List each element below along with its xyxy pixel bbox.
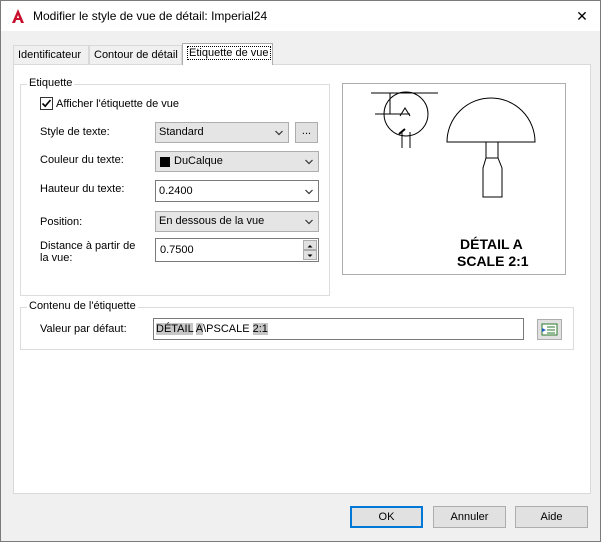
close-button[interactable]: ✕: [564, 1, 600, 31]
window-title: Modifier le style de vue de détail: Impe…: [33, 9, 268, 23]
preview-pane: DÉTAIL A SCALE 2:1: [342, 83, 566, 275]
field-code-a: A: [195, 323, 204, 335]
help-button[interactable]: Aide: [515, 506, 588, 528]
color-swatch: [160, 157, 170, 167]
text-height-label: Hauteur du texte:: [40, 183, 125, 195]
text-style-value: Standard: [159, 126, 204, 138]
show-label-text: Afficher l'étiquette de vue: [56, 98, 179, 110]
tab-label: Etiquette de vue: [187, 46, 271, 60]
ok-label: OK: [378, 511, 395, 523]
insert-field-button[interactable]: [537, 319, 562, 340]
text-style-browse-button[interactable]: ...: [295, 122, 318, 143]
checkmark-icon: [41, 99, 52, 108]
distance-value: 0.7500: [160, 244, 194, 256]
show-label-checkbox[interactable]: [40, 97, 53, 110]
cancel-label: Annuler: [450, 511, 489, 523]
spin-up-button[interactable]: [303, 240, 317, 250]
spin-down-button[interactable]: [303, 250, 317, 260]
chevron-down-icon: [305, 159, 313, 165]
spinner-buttons: [303, 240, 317, 260]
preview-title-line1: DÉTAIL A: [460, 236, 523, 252]
text-color-label: Couleur du texte:: [40, 154, 124, 166]
text-style-label: Style de texte:: [40, 126, 110, 138]
triangle-up-icon: [307, 245, 313, 248]
close-icon: ✕: [576, 7, 588, 24]
text-height-combo[interactable]: 0.2400: [155, 180, 319, 202]
browse-label: ...: [301, 125, 312, 137]
detail-preview-drawing: [371, 91, 536, 198]
text-style-select[interactable]: Standard: [155, 122, 289, 143]
group-title: Contenu de l'étiquette: [27, 300, 138, 312]
group-title: Etiquette: [27, 77, 75, 89]
tab-label: Identificateur: [18, 49, 81, 61]
distance-label: Distance à partir de la vue:: [40, 240, 136, 264]
default-value-label: Valeur par défaut:: [40, 323, 127, 335]
ok-button[interactable]: OK: [350, 506, 423, 528]
position-label: Position:: [40, 216, 83, 228]
tab-panel: Etiquette Afficher l'étiquette de vue St…: [13, 64, 591, 494]
tab-contour-de-detail[interactable]: Contour de détail: [89, 45, 182, 65]
tab-label: Contour de détail: [94, 49, 178, 61]
insert-field-icon: [541, 323, 558, 336]
field-code-detail: DÉTAIL: [156, 323, 194, 335]
text-color-select[interactable]: DuCalque: [155, 151, 319, 172]
chevron-down-icon: [275, 130, 283, 136]
tab-etiquette-de-vue[interactable]: Etiquette de vue: [182, 43, 273, 65]
literal-pscale: \PSCALE: [203, 323, 253, 335]
autocad-logo-icon: [12, 9, 24, 23]
cancel-button[interactable]: Annuler: [433, 506, 506, 528]
help-label: Aide: [540, 511, 563, 523]
tab-identificateur[interactable]: Identificateur: [13, 45, 89, 65]
dialog-window: Modifier le style de vue de détail: Impe…: [0, 0, 601, 542]
position-select[interactable]: En dessous de la vue: [155, 211, 319, 232]
chevron-down-icon: [305, 219, 313, 225]
triangle-down-icon: [307, 254, 313, 257]
distance-spinner[interactable]: 0.7500: [155, 238, 319, 262]
field-code-scale: 2:1: [252, 323, 268, 335]
default-value-text: DÉTAIL A\PSCALE 2:1: [156, 323, 268, 335]
chevron-down-icon: [305, 189, 313, 195]
default-value-field[interactable]: DÉTAIL A\PSCALE 2:1: [153, 318, 524, 340]
title-bar[interactable]: Modifier le style de vue de détail: Impe…: [1, 1, 600, 31]
text-height-value: 0.2400: [159, 185, 193, 197]
preview-title-line2: SCALE 2:1: [457, 253, 529, 269]
position-value: En dessous de la vue: [159, 215, 265, 227]
text-color-value: DuCalque: [174, 155, 223, 167]
